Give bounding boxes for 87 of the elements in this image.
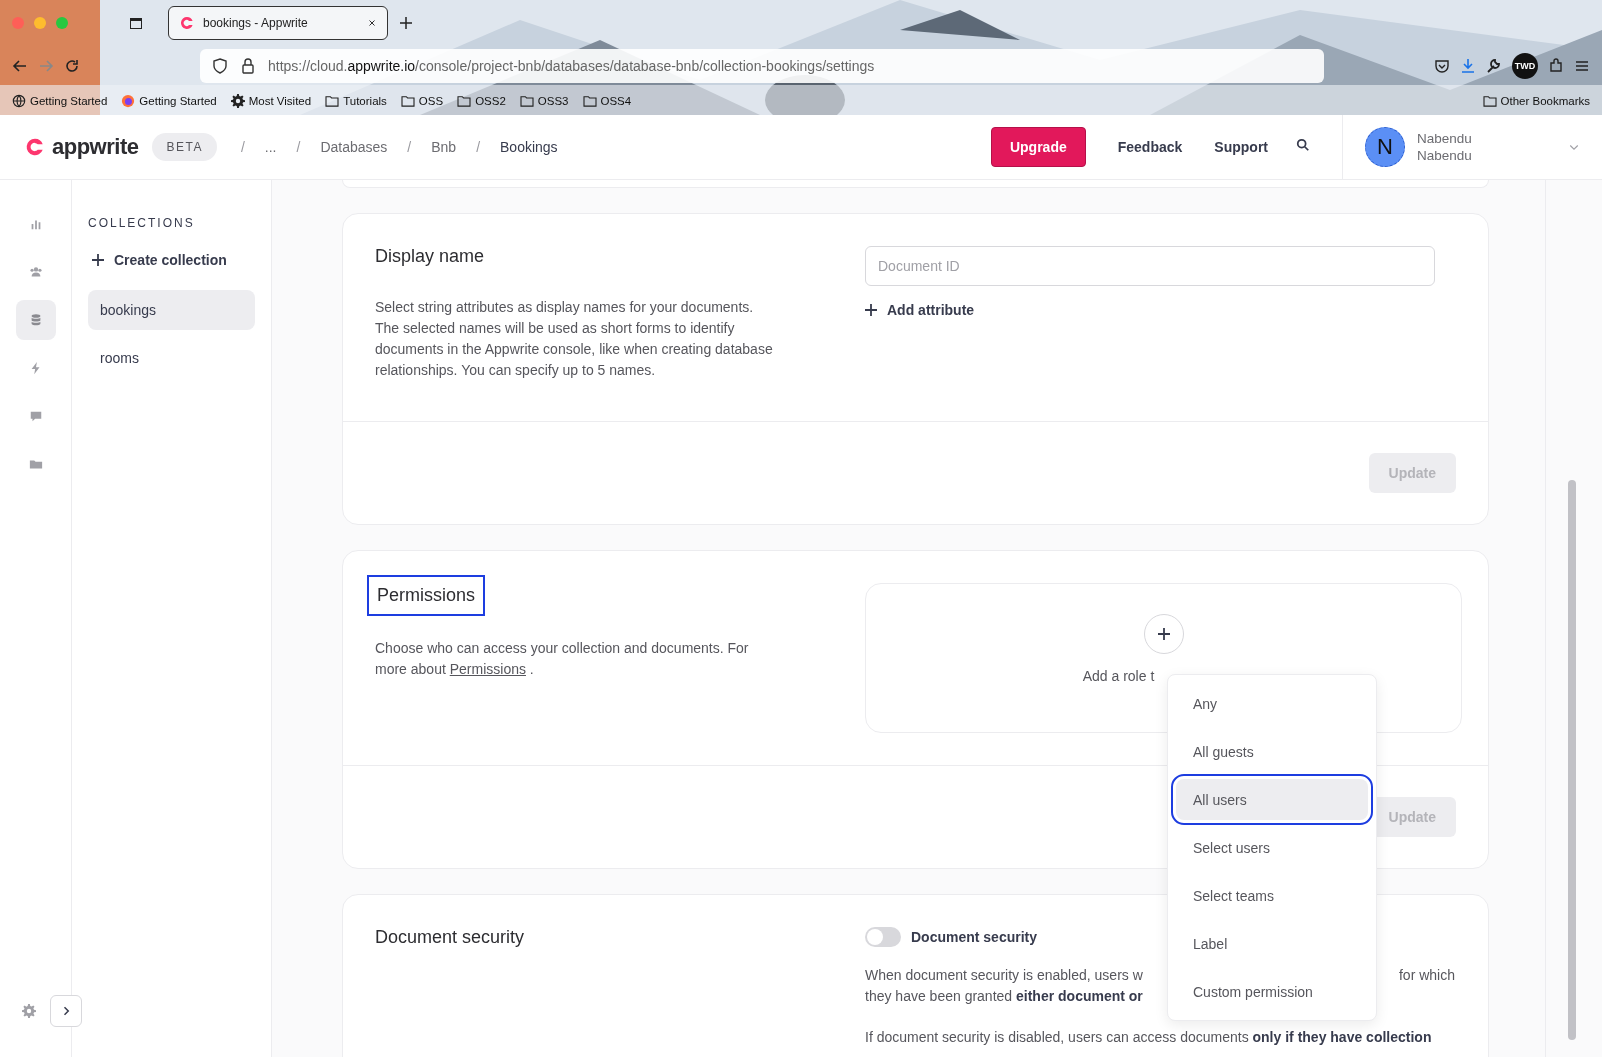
bookmark[interactable]: OSS xyxy=(400,94,444,107)
plus-icon xyxy=(92,254,104,266)
gear-icon xyxy=(230,93,245,108)
section-title: Document security xyxy=(374,926,526,949)
sidebar-item[interactable]: rooms xyxy=(88,338,255,378)
pocket-icon xyxy=(1434,58,1450,74)
breadcrumb[interactable]: Bookings xyxy=(500,139,558,155)
bookmark[interactable]: Getting Started xyxy=(12,93,108,108)
breadcrumb[interactable]: ... xyxy=(264,139,277,155)
folder-icon xyxy=(582,94,597,107)
description-text: for which xyxy=(1398,966,1455,985)
reload-icon xyxy=(64,58,80,74)
user-name: Nabendu xyxy=(1417,131,1473,146)
bookmark[interactable]: Tutorials xyxy=(325,94,387,107)
section-description: Choose who can access your collection and documents. For more about Permissions . xyxy=(375,639,750,679)
section-description: Select string attributes as display names for your documents. The selected names will be used as short forms to identify documents in the Appwrite console, like when creating database relationships. You can specify up to 5 names. xyxy=(375,298,774,380)
menu-item[interactable]: Select users xyxy=(1176,827,1368,868)
folder-icon xyxy=(457,94,472,107)
bookmark[interactable]: OSS2 xyxy=(457,94,506,107)
breadcrumb-separator: / xyxy=(407,139,412,155)
download-icon xyxy=(1460,58,1476,74)
chat-bubble-icon xyxy=(28,409,43,423)
add-role-text: Add a role t xyxy=(1082,668,1155,684)
section-title: Display name xyxy=(374,245,486,268)
plus-icon xyxy=(1157,628,1170,640)
forward-icon xyxy=(38,58,54,74)
create-collection-button[interactable]: Create collection xyxy=(88,252,255,282)
breadcrumb-separator: / xyxy=(240,139,245,155)
scrollbar-thumb[interactable] xyxy=(1568,480,1576,1040)
sidebar-title: COLLECTIONS xyxy=(88,216,196,230)
user-subtitle: Nabendu xyxy=(1417,148,1473,163)
add-attribute-button[interactable]: Add attribute xyxy=(865,286,975,318)
folder-icon xyxy=(325,94,340,107)
folder-icon xyxy=(519,94,534,107)
breadcrumb-separator: / xyxy=(296,139,301,155)
bookmark[interactable]: Getting Started xyxy=(121,93,217,108)
browser-tab[interactable]: bookings - Appwrite xyxy=(168,6,388,40)
menu-icon xyxy=(1574,58,1590,74)
menu-item[interactable]: All guests xyxy=(1176,731,1368,772)
menu-item[interactable]: Custom permission xyxy=(1176,971,1368,1012)
expand-button[interactable] xyxy=(50,995,82,1027)
sidebar-item[interactable]: bookings xyxy=(88,290,255,330)
lock-icon xyxy=(240,58,256,74)
other-bookmarks[interactable]: Other Bookmarks xyxy=(1482,94,1590,107)
breadcrumb[interactable]: Bnb xyxy=(431,139,457,155)
bookmark[interactable]: OSS4 xyxy=(582,94,632,107)
breadcrumb-separator: / xyxy=(476,139,480,155)
nav-button[interactable] xyxy=(15,300,56,340)
shield-icon xyxy=(212,58,228,74)
menu-item[interactable]: Label xyxy=(1176,923,1368,964)
back-icon xyxy=(12,58,28,74)
toggle-label: Document security xyxy=(911,929,1038,945)
folder-icon xyxy=(1482,94,1497,107)
menu-item[interactable]: Select teams xyxy=(1176,875,1368,916)
bookmark[interactable]: Most Visited xyxy=(230,93,312,108)
browser-logo-icon xyxy=(121,93,136,108)
search-icon xyxy=(1296,138,1310,152)
settings-icon xyxy=(22,1004,36,1018)
section-title: Permissions xyxy=(367,575,486,616)
url-text: https://cloud.appwrite.io/console/project-bnb/databases/database-bnb/collection-bookings/settings xyxy=(268,58,875,74)
folder-icon xyxy=(400,94,415,107)
beta-badge: BETA xyxy=(152,133,217,161)
close-icon xyxy=(367,18,377,28)
description-text: If document security is disabled, users can access documents only if they have collection xyxy=(865,1028,1432,1047)
add-role-button[interactable] xyxy=(1143,614,1184,654)
address-bar[interactable]: https://cloud.appwrite.io/console/project-bnb/databases/database-bnb/collection-bookings/settings xyxy=(200,49,1324,83)
appwrite-logo-icon xyxy=(179,15,195,31)
new-tab-icon xyxy=(398,15,414,31)
people-icon xyxy=(28,265,43,279)
globe-icon xyxy=(12,93,26,108)
tab-list-icon xyxy=(128,15,144,31)
document-id-field[interactable]: Document ID xyxy=(865,246,1435,286)
header-link[interactable]: Feedback xyxy=(1101,139,1199,155)
permissions-link[interactable]: Permissions xyxy=(449,661,526,677)
description-text: they have been granted either document or xyxy=(865,987,1143,1006)
wrench-icon xyxy=(1486,58,1502,74)
header-link[interactable]: Support xyxy=(1198,139,1284,155)
toggle-switch[interactable] xyxy=(865,927,901,947)
plus-icon xyxy=(865,304,877,316)
description-text: When document security is enabled, users w xyxy=(865,966,1143,985)
appwrite-logo[interactable]: appwrite xyxy=(24,134,139,160)
menu-item[interactable]: Any xyxy=(1176,683,1368,724)
avatar[interactable]: N xyxy=(1365,127,1405,167)
breadcrumb[interactable]: Databases xyxy=(320,139,388,155)
upgrade-button[interactable]: Upgrade xyxy=(990,127,1086,167)
bookmark[interactable]: OSS3 xyxy=(519,94,569,107)
puzzle-icon xyxy=(1548,58,1564,74)
